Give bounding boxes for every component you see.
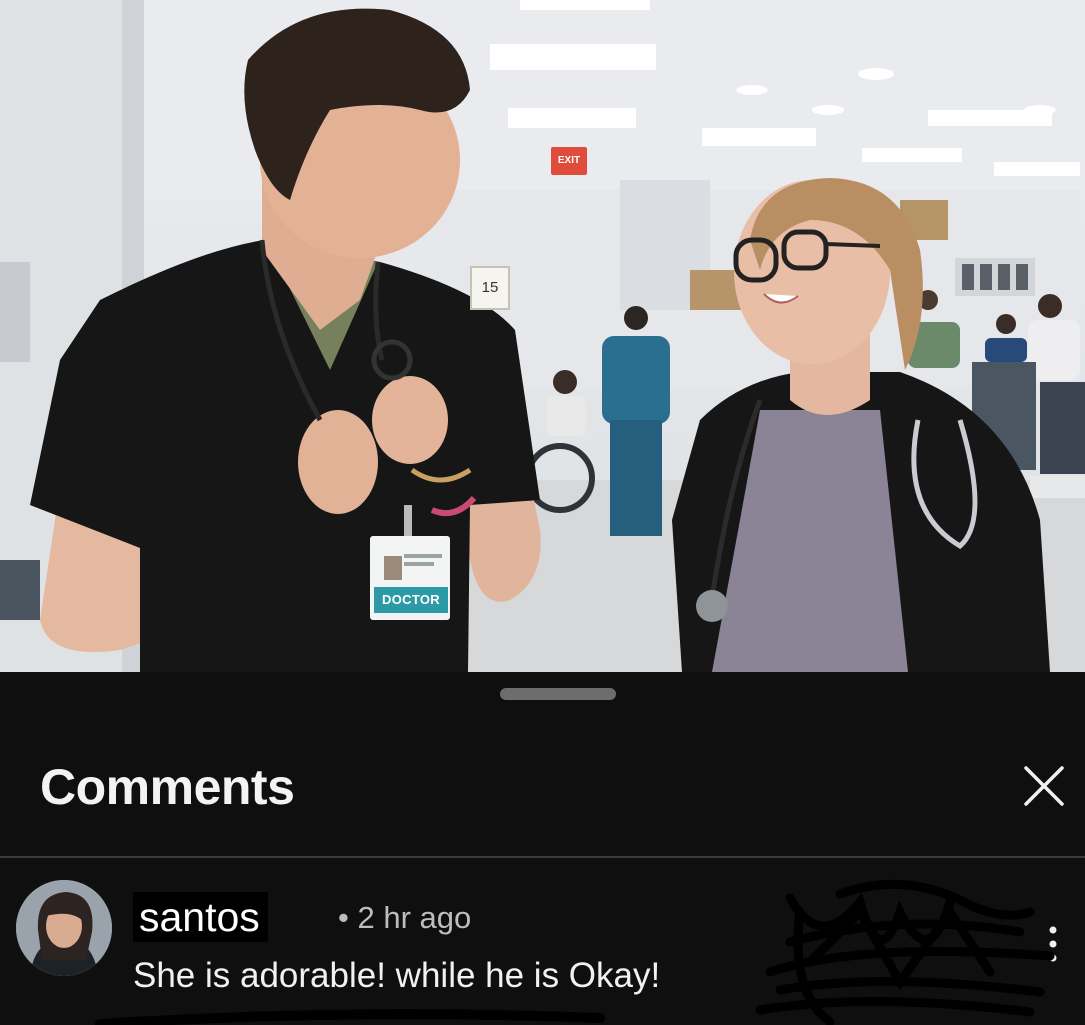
comment-author[interactable]: santos [133,892,268,942]
more-options-button[interactable] [1035,916,1071,972]
room-number-sign: 15 [470,266,510,310]
comment-text: She is adorable! while he is Okay! [133,956,661,995]
avatar-image [16,880,112,976]
comments-title: Comments [40,759,295,815]
photo-scene [0,0,1085,672]
comment-item: santos • 2 hr ago She is adorable! while… [0,858,1085,1025]
post-photo: EXIT 15 DOCTOR [0,0,1085,672]
drag-handle[interactable] [500,688,616,700]
exit-sign: EXIT [551,147,587,175]
comment-time: 2 hr ago [357,900,472,935]
comments-sheet: Comments santos • 2 hr ago She is adorab… [0,672,1085,1025]
more-vertical-icon [1049,926,1057,962]
close-button[interactable] [1018,760,1070,812]
comment-meta: • 2 hr ago [338,898,471,938]
close-icon [1024,766,1064,806]
avatar[interactable] [16,880,112,976]
meta-separator: • [338,900,349,935]
id-badge-label: DOCTOR [374,587,448,613]
